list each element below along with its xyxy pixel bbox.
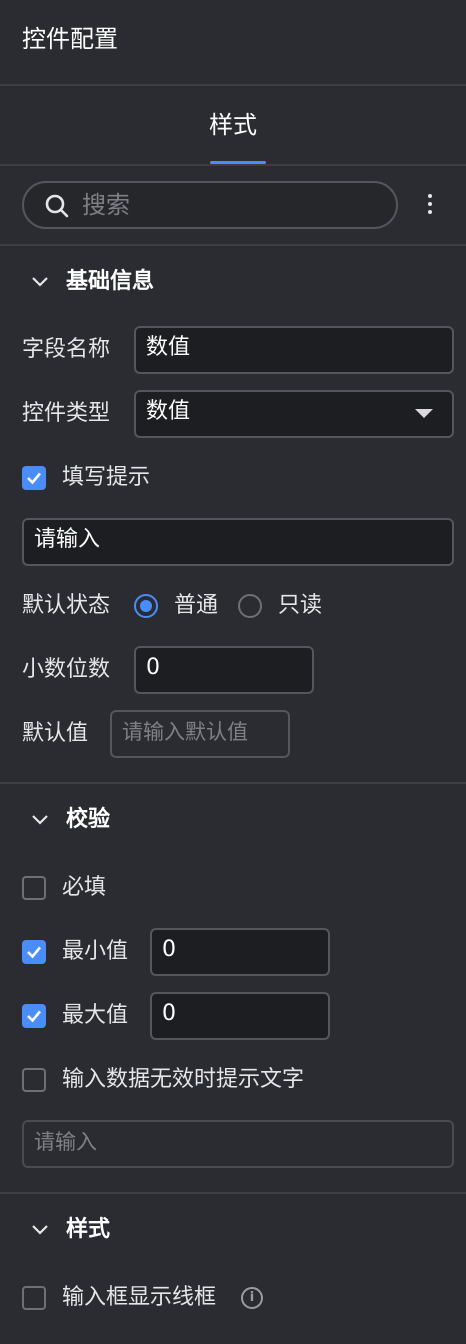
panel-title: 控件配置 [22, 25, 118, 53]
max-label: 最大值 [62, 1003, 129, 1028]
section-divider-1 [0, 782, 466, 784]
search-input[interactable] [22, 181, 398, 229]
radio-readonly-label[interactable]: 只读 [278, 591, 322, 621]
header-divider [0, 84, 466, 86]
check-icon [27, 472, 41, 485]
max-input[interactable]: 0 [150, 992, 330, 1040]
hint-checkbox[interactable] [22, 466, 46, 490]
show-border-checkbox[interactable] [22, 1286, 46, 1310]
required-checkbox[interactable] [22, 876, 46, 900]
invalid-hint-checkbox[interactable] [22, 1068, 46, 1092]
radio-normal-label[interactable]: 普通 [174, 591, 218, 621]
tabs-divider [0, 164, 466, 166]
invalid-hint-input[interactable]: 请输入 [22, 1120, 454, 1168]
tab-style[interactable]: 样式 [0, 108, 466, 142]
field-name-label: 字段名称 [22, 337, 111, 362]
min-input[interactable]: 0 [150, 928, 330, 976]
dropdown-arrow-icon [415, 409, 433, 418]
show-border-label: 输入框显示线框 [62, 1285, 217, 1310]
info-icon[interactable]: i [241, 1287, 263, 1309]
search-divider [0, 244, 466, 246]
invalid-hint-label: 输入数据无效时提示文字 [62, 1067, 305, 1092]
search-icon [45, 194, 69, 218]
hint-label: 填写提示 [62, 465, 151, 490]
section-divider-2 [0, 1192, 466, 1194]
required-label: 必填 [62, 875, 107, 900]
decimals-input[interactable]: 0 [134, 646, 314, 694]
chevron-down-icon[interactable] [30, 810, 50, 830]
section-title-validation[interactable]: 校验 [66, 805, 110, 835]
control-type-select[interactable]: 数值 [134, 390, 454, 438]
decimals-label: 小数位数 [22, 657, 111, 682]
radio-readonly[interactable] [238, 594, 262, 618]
section-title-basic-info[interactable]: 基础信息 [66, 267, 154, 297]
more-options-icon[interactable] [420, 191, 440, 221]
default-state-label: 默认状态 [22, 593, 111, 618]
check-icon [27, 1010, 41, 1023]
min-label: 最小值 [62, 939, 129, 964]
field-name-input[interactable]: 数值 [134, 326, 454, 374]
control-type-label: 控件类型 [22, 401, 111, 426]
hint-input[interactable]: 请输入 [22, 518, 454, 566]
radio-normal[interactable] [134, 594, 158, 618]
min-checkbox[interactable] [22, 940, 46, 964]
default-value-input[interactable]: 请输入默认值 [110, 710, 290, 758]
default-value-label: 默认值 [22, 721, 89, 746]
section-title-style[interactable]: 样式 [66, 1215, 110, 1245]
chevron-down-icon[interactable] [30, 1220, 50, 1240]
chevron-down-icon[interactable] [30, 272, 50, 292]
search-placeholder: 搜索 [82, 191, 130, 219]
max-checkbox[interactable] [22, 1004, 46, 1028]
check-icon [27, 946, 41, 959]
